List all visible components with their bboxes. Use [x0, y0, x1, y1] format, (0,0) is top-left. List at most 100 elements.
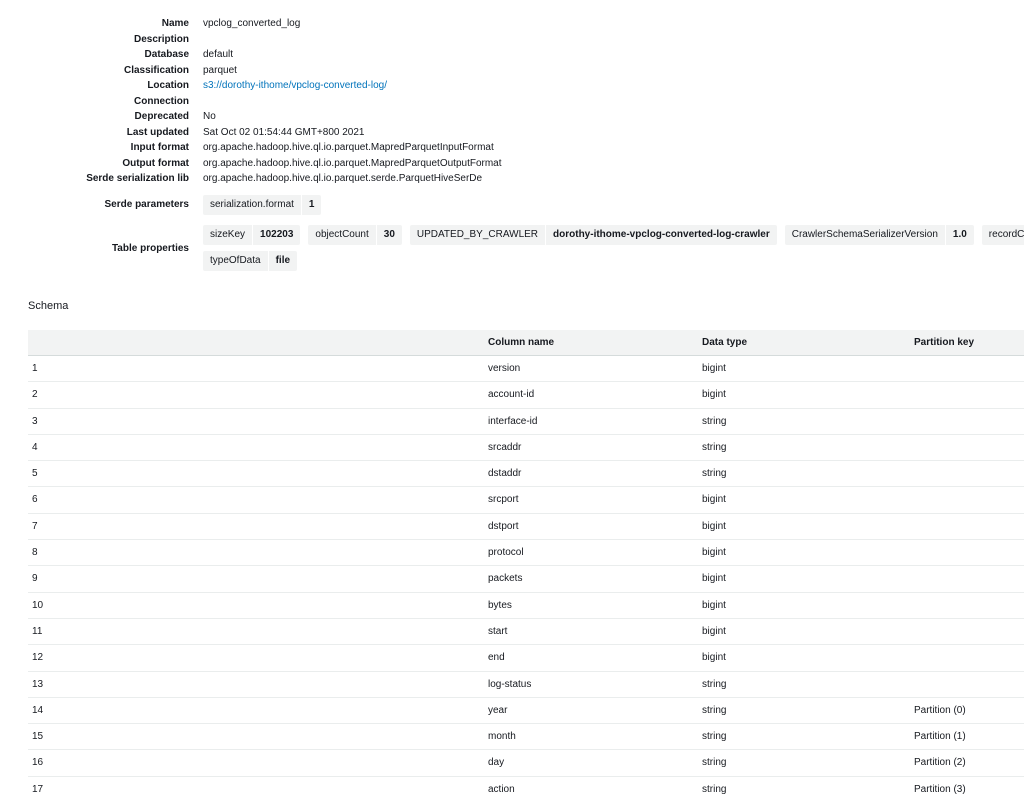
- cell-data-type: bigint: [702, 573, 726, 585]
- table-row: 11 start bigint: [28, 619, 1024, 646]
- cell-column-name: bytes: [488, 599, 512, 611]
- table-row: 1 version bigint: [28, 356, 1024, 383]
- table-properties-line: typeOfData file: [203, 251, 1024, 271]
- cell-partition-key: [914, 409, 1024, 434]
- cell-index: 9: [32, 573, 38, 585]
- cell-partition-key: [914, 566, 1024, 591]
- detail-label: Name: [161, 18, 189, 29]
- table-row: 2 account-id bigint: [28, 382, 1024, 409]
- cell-partition-key: Partition (1): [914, 731, 966, 743]
- detail-label: Description: [133, 33, 189, 45]
- cell-data-type: string: [702, 783, 727, 795]
- cell-data-type: bigint: [702, 625, 726, 637]
- detail-value: default: [203, 49, 234, 60]
- tag-key: UPDATED_BY_CRAWLER: [416, 229, 539, 240]
- detail-value: parquet: [203, 64, 237, 76]
- cell-data-type: string: [702, 704, 727, 716]
- cell-index: 8: [32, 547, 38, 559]
- cell-partition-key: [914, 619, 1024, 644]
- detail-value: org.apache.hadoop.hive.ql.io.parquet.ser…: [203, 173, 483, 184]
- header-column-name: Column name: [488, 337, 555, 348]
- key-value-tag: recordCount: [981, 225, 1024, 245]
- detail-row-input-format: Input format org.apache.hadoop.hive.ql.i…: [0, 140, 1024, 156]
- detail-row-serde-lib: Serde serialization lib org.apache.hadoo…: [0, 171, 1024, 187]
- cell-index: 2: [32, 389, 38, 401]
- table-row: 9 packets bigint: [28, 566, 1024, 593]
- tag-key: sizeKey: [210, 229, 246, 240]
- cell-data-type: bigint: [702, 547, 726, 559]
- detail-label: Input format: [130, 142, 189, 153]
- cell-partition-key: Partition (0): [914, 704, 966, 716]
- cell-index: 10: [32, 599, 44, 611]
- cell-data-type: string: [702, 415, 727, 427]
- tag-value: 102203: [252, 225, 300, 245]
- key-value-tag: serialization.format 1: [203, 195, 322, 215]
- cell-index: 14: [32, 704, 44, 716]
- table-row: 14 year string Partition (0): [28, 698, 1024, 725]
- serde-parameters-row: Serde parameters serialization.format 1: [0, 195, 1024, 215]
- key-value-tag: CrawlerSchemaSerializerVersion 1.0: [784, 225, 974, 245]
- cell-column-name: end: [488, 652, 505, 664]
- cell-index: 13: [32, 678, 44, 690]
- table-row: 16 day string Partition (2): [28, 750, 1024, 777]
- tag-value: 1: [300, 195, 322, 215]
- cell-partition-key: [914, 672, 1024, 697]
- location-link[interactable]: s3://dorothy-ithome/vpclog-converted-log…: [203, 78, 1024, 94]
- serde-parameters-list: serialization.format 1: [203, 195, 329, 215]
- tag-key: objectCount: [315, 229, 369, 240]
- cell-partition-key: [914, 514, 1024, 539]
- cell-partition-key: [914, 540, 1024, 565]
- cell-partition-key: [914, 435, 1024, 460]
- table-properties-row: Table properties sizeKey 102203 objectCo…: [0, 225, 1024, 277]
- key-value-tag: objectCount 30: [308, 225, 402, 245]
- tag-value: 30: [375, 225, 402, 245]
- schema-table-header: Column name Data type Partition key: [28, 330, 1024, 356]
- table-row: 10 bytes bigint: [28, 593, 1024, 619]
- cell-column-name: action: [488, 783, 515, 795]
- table-row: 8 protocol bigint: [28, 540, 1024, 567]
- cell-data-type: bigint: [702, 652, 726, 664]
- tag-key: recordCount: [988, 229, 1024, 240]
- header-partition-key: Partition key: [914, 337, 975, 348]
- table-properties-list: sizeKey 102203 objectCount 30 UPDATED_BY…: [203, 225, 1024, 277]
- cell-data-type: bigint: [702, 494, 726, 506]
- cell-index: 16: [32, 757, 44, 769]
- cell-column-name: protocol: [488, 547, 524, 559]
- detail-row-last-updated: Last updated Sat Oct 02 01:54:44 GMT+800…: [0, 125, 1024, 141]
- key-value-tag: UPDATED_BY_CRAWLER dorothy-ithome-vpclog…: [409, 225, 777, 245]
- cell-data-type: bigint: [702, 389, 726, 401]
- cell-index: 11: [32, 625, 43, 637]
- cell-data-type: string: [702, 731, 727, 743]
- tag-key: CrawlerSchemaSerializerVersion: [791, 229, 938, 240]
- cell-column-name: packets: [488, 573, 523, 585]
- detail-row-output-format: Output format org.apache.hadoop.hive.ql.…: [0, 156, 1024, 172]
- table-details-page: Name vpclog_converted_log Description Da…: [0, 0, 1024, 798]
- table-row: 17 action string Partition (3): [28, 777, 1024, 798]
- cell-index: 1: [32, 363, 38, 374]
- cell-partition-key: [914, 461, 1024, 486]
- cell-column-name: month: [488, 731, 516, 743]
- detail-label: Classification: [123, 64, 189, 76]
- cell-partition-key: [914, 356, 1024, 381]
- tag-key: typeOfData: [210, 255, 261, 266]
- detail-row-deprecated: Deprecated No: [0, 109, 1024, 125]
- cell-data-type: string: [702, 757, 727, 769]
- table-row: 12 end bigint: [28, 645, 1024, 672]
- cell-index: 15: [32, 731, 44, 743]
- cell-index: 12: [32, 652, 44, 664]
- cell-column-name: dstport: [488, 520, 519, 532]
- cell-data-type: string: [702, 441, 727, 453]
- tag-key: serialization.format: [210, 199, 294, 210]
- detail-label: Serde parameters: [104, 199, 190, 210]
- detail-row-description: Description: [0, 32, 1024, 48]
- cell-data-type: bigint: [702, 520, 726, 532]
- cell-index: 4: [32, 441, 38, 453]
- cell-data-type: string: [702, 678, 727, 690]
- key-value-tag: typeOfData file: [203, 251, 298, 271]
- table-row: 4 srcaddr string: [28, 435, 1024, 462]
- detail-value: org.apache.hadoop.hive.ql.io.parquet.Map…: [203, 142, 494, 153]
- cell-column-name: account-id: [488, 389, 535, 401]
- cell-index: 6: [32, 494, 38, 506]
- detail-row-database: Database default: [0, 47, 1024, 63]
- detail-label: Deprecated: [134, 111, 189, 122]
